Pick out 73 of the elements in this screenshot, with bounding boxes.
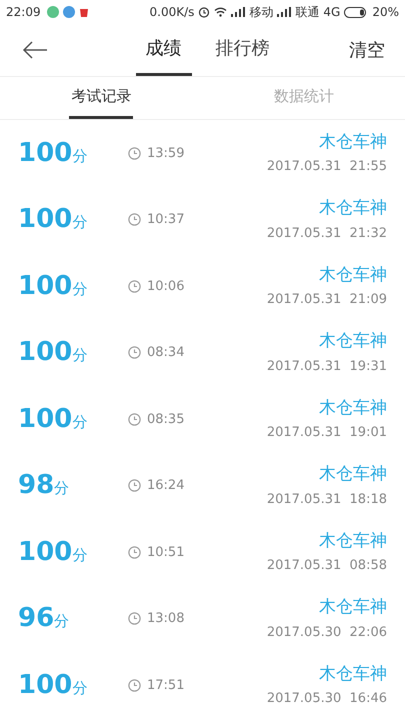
clock-icon: [128, 280, 141, 293]
clock-icon: [128, 213, 141, 226]
sub-tab[interactable]: 考试记录: [69, 77, 134, 119]
score-value: 100: [18, 136, 72, 170]
record-date: 2017.05.31 21:32: [266, 224, 387, 243]
record-date: 2017.05.31 08:58: [266, 557, 387, 576]
alarm-icon: [198, 6, 210, 18]
status-time: 22:09: [6, 4, 41, 21]
duration-text: 17:51: [147, 676, 184, 694]
user-name: 木仓车神: [319, 596, 387, 620]
score-unit: 分: [72, 412, 88, 433]
battery-percent: 20%: [372, 4, 399, 21]
duration-text: 16:24: [147, 477, 184, 495]
duration-text: 13:08: [147, 610, 184, 628]
record-date: 2017.05.31 19:31: [266, 358, 387, 376]
score-value: 100: [18, 270, 72, 303]
app-icon: [62, 6, 75, 18]
duration-text: 10:06: [147, 278, 184, 296]
clock-icon: [128, 479, 141, 492]
score-unit: 分: [72, 212, 88, 234]
score-value: 100: [18, 203, 72, 236]
signal-icon: [277, 7, 292, 17]
score-unit: 分: [72, 345, 88, 366]
app-icon: [78, 6, 89, 18]
signal-icon: [231, 7, 246, 17]
user-name: 木仓车神: [319, 662, 387, 686]
user-name: 木仓车神: [319, 330, 387, 354]
record-date: 2017.05.30 16:46: [266, 690, 387, 708]
user-name: 木仓车神: [319, 530, 387, 553]
carrier-name: 联通: [295, 4, 320, 21]
wifi-icon: [214, 7, 228, 17]
score-unit: 分: [54, 611, 70, 632]
score-unit: 分: [72, 146, 88, 167]
clear-button[interactable]: 清空: [349, 36, 385, 64]
score-value: 100: [18, 336, 72, 370]
score-value: 100: [18, 668, 72, 702]
record-date: 2017.05.30 22:06: [266, 624, 387, 642]
user-name: 木仓车神: [319, 264, 387, 287]
score-value: 98: [18, 469, 54, 502]
clock-icon: [128, 412, 141, 426]
network-speed: 0.00K/s: [150, 4, 194, 21]
network-type: 4G: [323, 4, 340, 21]
duration-text: 08:34: [147, 344, 184, 362]
battery-icon: [344, 6, 368, 18]
carrier-name: 移动: [249, 4, 274, 21]
header-tab[interactable]: 成绩: [136, 24, 192, 76]
duration-text: 08:35: [147, 410, 184, 428]
user-name: 木仓车神: [319, 197, 387, 220]
score-value: 100: [18, 536, 72, 569]
score-unit: 分: [72, 278, 88, 300]
clock-icon: [128, 612, 141, 626]
score-value: 96: [18, 602, 54, 636]
duration-text: 10:37: [147, 211, 184, 229]
duration-text: 13:59: [147, 144, 184, 162]
app-icon: [46, 6, 59, 18]
user-name: 木仓车神: [319, 396, 387, 420]
clock-icon: [128, 678, 141, 692]
score-unit: 分: [54, 478, 70, 500]
clock-icon: [128, 146, 141, 160]
clock-icon: [128, 546, 141, 559]
record-date: 2017.05.31 21:09: [266, 291, 387, 310]
user-name: 木仓车神: [319, 463, 387, 486]
record-date: 2017.05.31 21:55: [266, 158, 387, 176]
record-date: 2017.05.31 18:18: [266, 490, 387, 509]
user-name: 木仓车神: [319, 130, 387, 154]
score-unit: 分: [72, 678, 88, 699]
duration-text: 10:51: [147, 544, 184, 562]
clock-icon: [128, 346, 141, 360]
header-tab[interactable]: 排行榜: [206, 24, 280, 76]
score-unit: 分: [72, 544, 88, 566]
score-value: 100: [18, 402, 72, 436]
back-icon[interactable]: [22, 41, 48, 59]
record-date: 2017.05.31 19:01: [266, 424, 387, 442]
